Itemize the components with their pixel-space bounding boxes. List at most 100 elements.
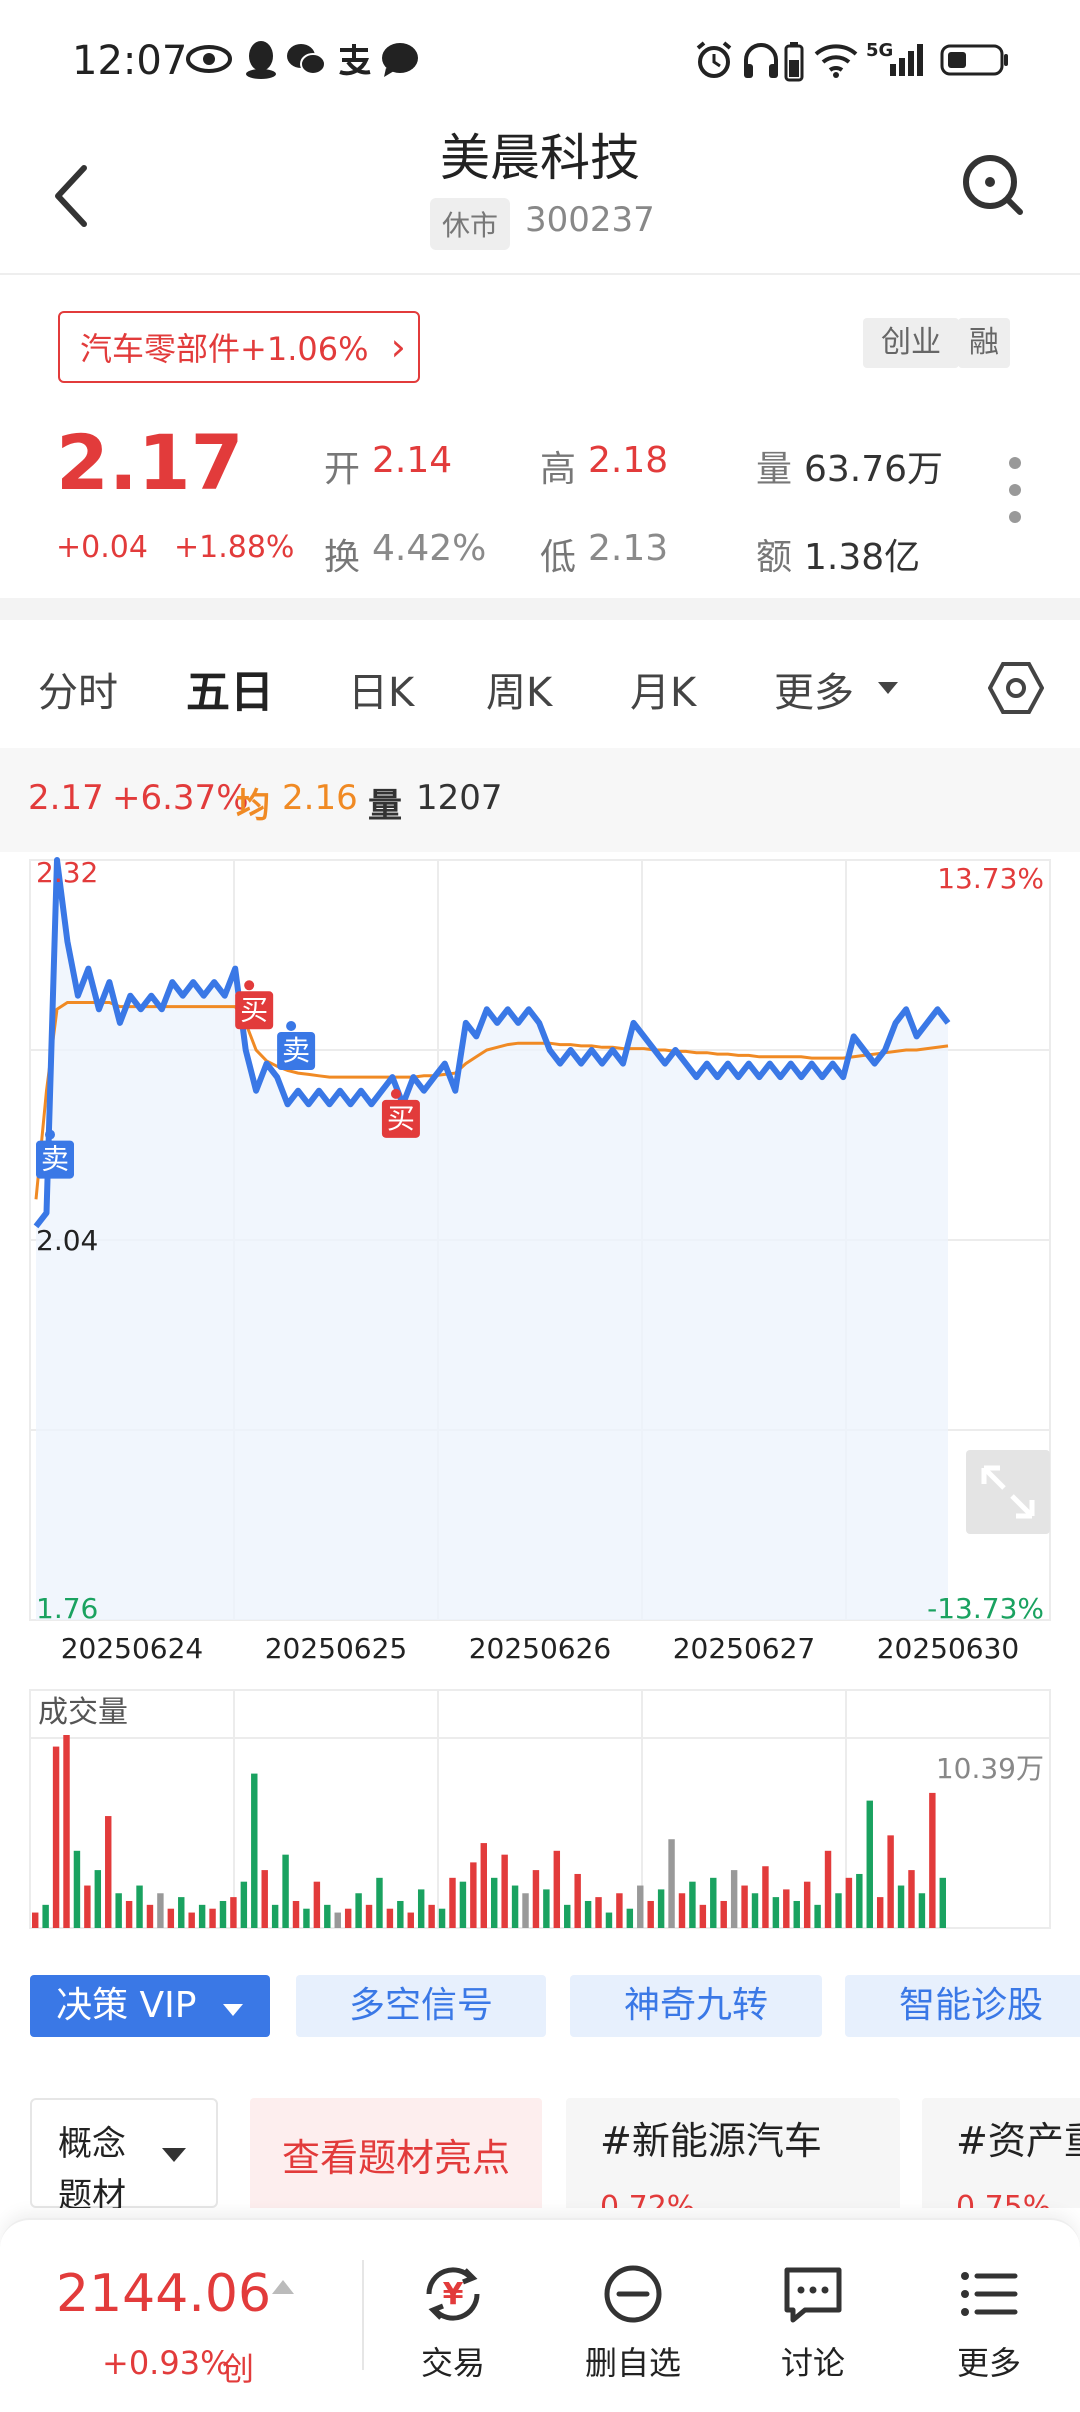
theme-card[interactable]: #资产重 0.75% <box>922 2098 1080 2208</box>
volume-bar <box>491 1877 498 1928</box>
alipay-icon <box>339 44 371 76</box>
more-vertical-icon[interactable] <box>1000 455 1030 525</box>
smart-diagnosis-button[interactable]: 智能诊股 <box>845 1975 1080 2037</box>
long-short-signal-button[interactable]: 多空信号 <box>296 1975 546 2037</box>
volume-bar <box>261 1870 268 1928</box>
volume-bar <box>167 1908 175 1928</box>
volume-bar <box>522 1893 529 1928</box>
chevron-right-icon: › <box>390 325 406 369</box>
chevron-down-icon <box>878 682 898 694</box>
volume-bar <box>876 1897 884 1928</box>
view-highlights-button[interactable]: 查看题材亮点 <box>250 2098 542 2208</box>
decision-vip-label: 决策 VIP <box>56 1985 197 2026</box>
five-day-chart[interactable]: 卖买卖买 2.322.041.7613.73%-13.73%20250624 20… <box>0 850 1080 1940</box>
volume-bar <box>783 1889 790 1928</box>
info-price: 2.17 <box>28 778 104 818</box>
tab-weekly-k[interactable]: 周K <box>486 660 552 718</box>
sector-tag[interactable]: 汽车零部件+1.06% › <box>58 311 420 383</box>
volume-bar <box>105 1816 112 1928</box>
theme-row: 概念题材 查看题材亮点 #新能源汽车 0.72% #资产重 0.75% <box>0 2098 1080 2208</box>
tab-monthly-k[interactable]: 月K <box>630 660 696 718</box>
x-axis-date-label: 20250627 <box>673 1632 816 1665</box>
volume-bar <box>856 1873 863 1928</box>
volume-bar <box>344 1908 352 1928</box>
volume-bar <box>334 1912 341 1928</box>
volume-bar <box>125 1900 133 1928</box>
trade-marker-label: 买 <box>240 993 268 1026</box>
volume-bar <box>699 1904 707 1928</box>
volume-max-label: 10.39万 <box>936 1752 1044 1785</box>
volume-bar <box>271 1904 279 1928</box>
volume-bar <box>386 1908 394 1928</box>
signal-5g-icon <box>890 44 923 76</box>
volume-label: 量 <box>756 449 793 490</box>
volume-bars <box>32 1735 946 1928</box>
sector-change: +1.06% <box>240 330 369 368</box>
x-axis-date-label: 20250630 <box>877 1632 1020 1665</box>
tab-more[interactable]: 更多 <box>774 660 854 718</box>
chart-info-line: 2.17 +6.37% 均 2.16 量 1207 <box>0 748 1080 852</box>
tab-intraday[interactable]: 分时 <box>38 660 118 718</box>
volume-bar <box>762 1866 769 1928</box>
board-tag-margin: 融 <box>958 318 1010 368</box>
volume-bar <box>595 1897 602 1928</box>
volume-bar <box>240 1881 248 1928</box>
volume-bar <box>449 1877 456 1928</box>
status-time: 12:07 <box>72 38 188 84</box>
volume-bar <box>511 1885 519 1928</box>
pct-axis-top-label: 13.73% <box>937 862 1044 895</box>
theme-card[interactable]: #新能源汽车 0.72% <box>566 2098 900 2208</box>
decision-vip-button[interactable]: 决策 VIP <box>30 1975 270 2037</box>
remove-watchlist-button[interactable]: 删自选 <box>568 2260 698 2390</box>
volume-bar <box>637 1885 644 1928</box>
volume-bar <box>616 1893 623 1928</box>
volume-bar <box>407 1912 414 1928</box>
info-vol: 1207 <box>416 778 503 818</box>
amount-label: 额 <box>756 537 793 578</box>
volume-bar <box>136 1885 143 1928</box>
concept-dropdown[interactable]: 概念题材 <box>30 2098 218 2208</box>
caret-down-icon <box>222 2004 243 2016</box>
volume-bar <box>73 1850 81 1928</box>
amount-value: 1.38亿 <box>804 537 921 578</box>
chart-tabs: 分时 五日 日K 周K 月K 更多 <box>0 630 1080 740</box>
divider <box>362 2260 364 2370</box>
volume-bar <box>52 1746 60 1928</box>
volume-bar <box>282 1854 289 1928</box>
volume-bar <box>772 1897 780 1928</box>
expand-button[interactable] <box>966 1450 1050 1534</box>
low-value: 2.13 <box>588 528 669 569</box>
volume-bar <box>824 1850 832 1928</box>
volume-bar <box>438 1908 446 1928</box>
volume-bar <box>647 1900 654 1928</box>
status-bar: 12:07 5G <box>0 0 1080 120</box>
bottom-bar: 2144.06 +0.93% 创 ¥ 交易 删自选 讨论 更多 <box>0 2218 1080 2412</box>
trade-button[interactable]: ¥ 交易 <box>388 2260 518 2390</box>
volume-bar <box>584 1900 592 1928</box>
index-value[interactable]: 2144.06 <box>56 2264 271 2324</box>
volume-bar <box>470 1862 477 1928</box>
volume-bar <box>355 1893 362 1928</box>
tab-daily-k[interactable]: 日K <box>348 660 414 718</box>
volume-bar <box>230 1897 237 1928</box>
discussion-button[interactable]: 讨论 <box>748 2260 878 2390</box>
volume-bar <box>313 1881 321 1928</box>
settings-hexagon-icon[interactable] <box>988 660 1044 716</box>
tab-five-day[interactable]: 五日 <box>186 656 274 720</box>
volume-value: 63.76万 <box>804 449 944 490</box>
x-axis-date-label: 20250624 <box>61 1632 204 1665</box>
stock-name: 美晨科技 <box>440 129 640 187</box>
volume-bar <box>94 1870 102 1928</box>
price-area <box>36 860 948 1620</box>
open-value: 2.14 <box>372 440 453 481</box>
search-button[interactable] <box>958 150 1028 220</box>
volume-bar <box>710 1877 717 1928</box>
more-button[interactable]: 更多 <box>924 2260 1054 2390</box>
volume-bar <box>428 1904 435 1928</box>
volume-bar <box>720 1900 727 1928</box>
stock-code: 300237 <box>525 200 655 240</box>
volume-bar <box>178 1897 185 1928</box>
theme-name: #资产重 <box>956 2119 1080 2163</box>
volume-bar <box>219 1900 227 1928</box>
magic-nine-button[interactable]: 神奇九转 <box>570 1975 822 2037</box>
